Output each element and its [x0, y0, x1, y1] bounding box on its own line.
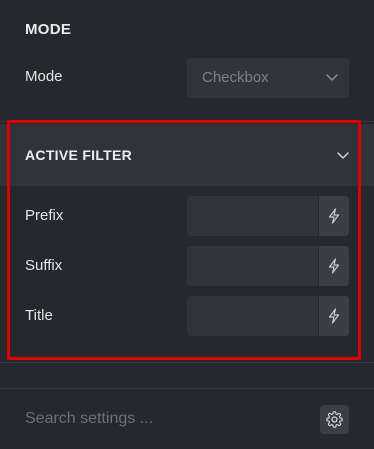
chevron-down-icon: [337, 152, 349, 159]
prefix-label: Prefix: [25, 207, 64, 224]
chevron-down-icon: [326, 74, 338, 81]
lightning-bolt-icon: [328, 208, 340, 224]
mode-select[interactable]: Checkbox: [187, 58, 349, 98]
title-field: [187, 296, 349, 336]
settings-panel: MODE Mode Checkbox ACTIVE FILTER Prefix …: [0, 0, 374, 449]
search-settings-input[interactable]: [25, 406, 295, 432]
suffix-field: [187, 246, 349, 286]
active-filter-title: ACTIVE FILTER: [25, 147, 133, 163]
footer-divider: [0, 388, 374, 389]
lightning-bolt-icon: [328, 258, 340, 274]
mode-label: Mode: [25, 68, 63, 85]
title-input[interactable]: [187, 296, 318, 336]
active-filter-body: Prefix Suffix Title: [0, 186, 374, 363]
prefix-field: [187, 196, 349, 236]
suffix-dynamic-button[interactable]: [319, 246, 349, 286]
mode-section-title: MODE: [25, 21, 72, 38]
suffix-input[interactable]: [187, 246, 318, 286]
gear-icon: [326, 411, 343, 428]
active-filter-section-header[interactable]: ACTIVE FILTER: [0, 124, 374, 186]
title-label: Title: [25, 307, 53, 324]
title-dynamic-button[interactable]: [319, 296, 349, 336]
mode-select-value: Checkbox: [202, 69, 269, 86]
prefix-dynamic-button[interactable]: [319, 196, 349, 236]
suffix-label: Suffix: [25, 257, 63, 274]
lightning-bolt-icon: [328, 308, 340, 324]
prefix-input[interactable]: [187, 196, 318, 236]
settings-button[interactable]: [320, 405, 349, 434]
mode-section: MODE Mode Checkbox: [0, 0, 374, 122]
